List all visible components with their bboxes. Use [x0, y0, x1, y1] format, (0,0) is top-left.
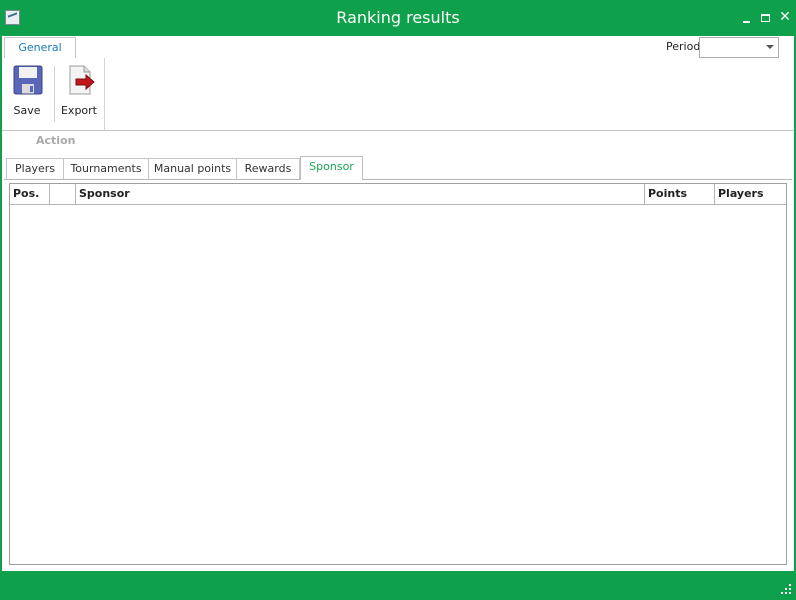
tab-players[interactable]: Players	[6, 158, 64, 179]
column-header-players[interactable]: Players	[715, 184, 786, 204]
ribbon-tab-general[interactable]: General	[4, 37, 76, 59]
close-button[interactable]: ✕	[778, 10, 792, 24]
column-header-blank[interactable]	[50, 184, 76, 204]
grid-header: Pos. Sponsor Points Players	[10, 184, 786, 205]
resize-grip-icon[interactable]	[781, 584, 791, 594]
client-area: General Period Save Export Action Player…	[2, 36, 794, 571]
tab-sponsor[interactable]: Sponsor	[300, 156, 363, 180]
tab-tournaments[interactable]: Tournaments	[63, 158, 149, 179]
floppy-disk-icon	[13, 65, 43, 95]
column-header-sponsor[interactable]: Sponsor	[76, 184, 645, 204]
column-header-pos[interactable]: Pos.	[10, 184, 50, 204]
column-header-points[interactable]: Points	[645, 184, 715, 204]
ribbon-panel: Save Export	[2, 58, 794, 131]
status-bar	[0, 571, 796, 600]
export-button[interactable]: Export	[56, 62, 102, 122]
title-bar: Ranking results ✕	[0, 0, 796, 36]
chevron-down-icon	[766, 45, 774, 49]
minimize-button[interactable]	[740, 10, 754, 24]
save-button[interactable]: Save	[4, 62, 50, 122]
ribbon-separator	[54, 66, 55, 122]
action-group-caption: Action	[36, 134, 76, 147]
export-icon	[69, 65, 95, 95]
window-title: Ranking results	[336, 8, 460, 27]
ribbon-tab-strip: General Period	[2, 36, 794, 59]
ranking-results-window: Ranking results ✕ General Period Save Ex…	[0, 0, 796, 600]
export-label: Export	[60, 104, 97, 117]
period-select[interactable]	[699, 37, 779, 58]
tab-rewards[interactable]: Rewards	[236, 158, 300, 179]
save-label: Save	[13, 104, 41, 117]
maximize-button[interactable]	[759, 10, 773, 24]
sponsor-grid: Pos. Sponsor Points Players	[9, 183, 787, 565]
tab-manual-points[interactable]: Manual points	[148, 158, 237, 179]
results-tab-strip: Players Tournaments Manual points Reward…	[4, 156, 792, 180]
action-group: Save Export	[4, 58, 105, 130]
period-label: Period	[666, 40, 701, 53]
